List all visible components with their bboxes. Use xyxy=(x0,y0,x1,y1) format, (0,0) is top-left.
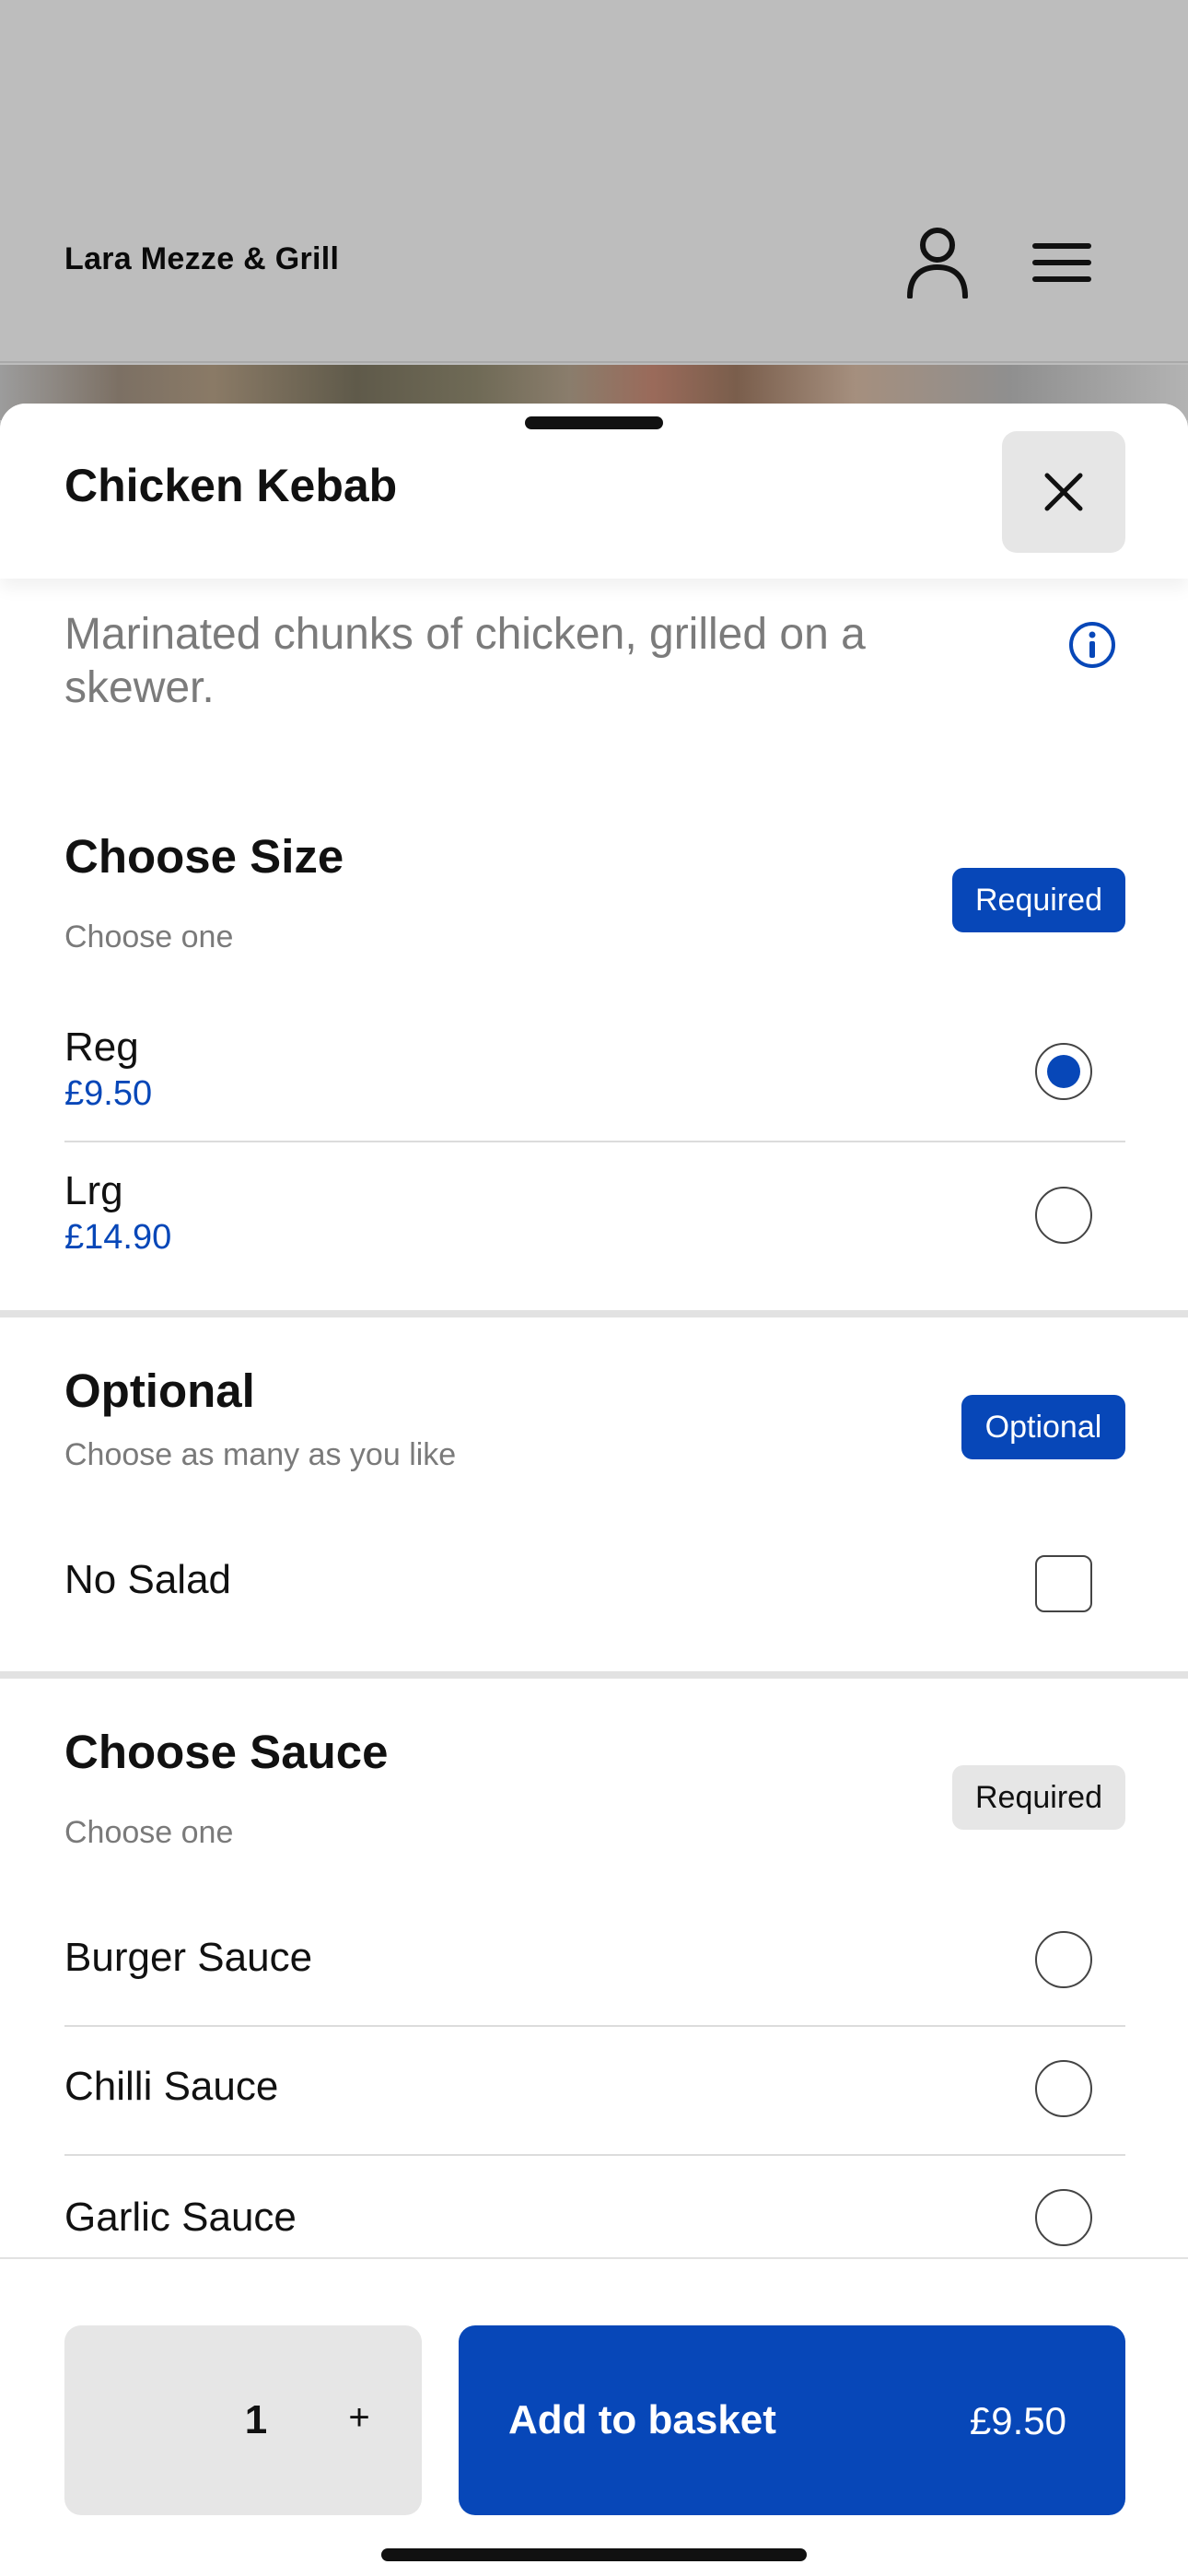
sauce-option-name: Burger Sauce xyxy=(64,1935,313,1980)
close-button[interactable] xyxy=(1002,431,1125,553)
close-icon xyxy=(1044,473,1083,511)
quantity-value: 1 xyxy=(244,2397,268,2442)
size-option-price: £14.90 xyxy=(64,1218,172,1257)
sauce-option-name: Chilli Sauce xyxy=(64,2064,279,2109)
size-option-name: Reg xyxy=(64,1025,139,1070)
divider xyxy=(64,2154,1125,2156)
restaurant-header: Lara Mezze & Grill xyxy=(0,0,1188,363)
item-title: Chicken Kebab xyxy=(64,460,398,511)
sauce-radio-garlic[interactable] xyxy=(1035,2189,1092,2246)
optional-option-name: No Salad xyxy=(64,1557,232,1602)
divider xyxy=(64,2025,1125,2027)
add-to-basket-price: £9.50 xyxy=(969,2399,1066,2442)
required-badge: Required xyxy=(952,1765,1125,1830)
add-to-basket-label: Add to basket xyxy=(508,2397,776,2442)
size-option-name: Lrg xyxy=(64,1168,123,1213)
increase-quantity-button[interactable]: + xyxy=(332,2397,387,2439)
optional-section-subtitle: Choose as many as you like xyxy=(64,1437,457,1472)
sheet-grabber[interactable] xyxy=(525,416,663,429)
required-badge: Required xyxy=(952,868,1125,932)
sauce-radio-burger[interactable] xyxy=(1035,1931,1092,1988)
menu-icon[interactable] xyxy=(1031,241,1092,284)
sauce-option-name: Garlic Sauce xyxy=(64,2195,297,2240)
optional-badge: Optional xyxy=(961,1395,1125,1459)
divider xyxy=(64,1141,1125,1142)
sheet-header: Chicken Kebab xyxy=(0,404,1188,579)
sauce-section-title: Choose Sauce xyxy=(64,1726,389,1778)
item-sheet: Chicken Kebab Marinated chunks of chicke… xyxy=(0,404,1188,2576)
info-icon[interactable] xyxy=(1068,621,1116,669)
section-divider xyxy=(0,1310,1188,1317)
size-radio-lrg[interactable] xyxy=(1035,1187,1092,1244)
size-section-title: Choose Size xyxy=(64,830,344,883)
optional-section-title: Optional xyxy=(64,1364,255,1417)
no-salad-checkbox[interactable] xyxy=(1035,1555,1092,1612)
section-divider xyxy=(0,1671,1188,1679)
sauce-section-subtitle: Choose one xyxy=(64,1815,234,1850)
user-icon[interactable] xyxy=(904,227,971,299)
restaurant-name: Lara Mezze & Grill xyxy=(64,241,340,276)
sauce-radio-chilli[interactable] xyxy=(1035,2060,1092,2117)
home-indicator xyxy=(381,2548,807,2561)
size-option-price: £9.50 xyxy=(64,1074,153,1113)
size-section-subtitle: Choose one xyxy=(64,919,234,954)
item-description: Marinated chunks of chicken, grilled on … xyxy=(64,610,866,712)
quantity-stepper: 1 + xyxy=(64,2325,422,2515)
bottom-action-bar: 1 + Add to basket £9.50 xyxy=(0,2257,1188,2576)
add-to-basket-button[interactable]: Add to basket £9.50 xyxy=(459,2325,1125,2515)
size-radio-reg[interactable] xyxy=(1035,1043,1092,1100)
